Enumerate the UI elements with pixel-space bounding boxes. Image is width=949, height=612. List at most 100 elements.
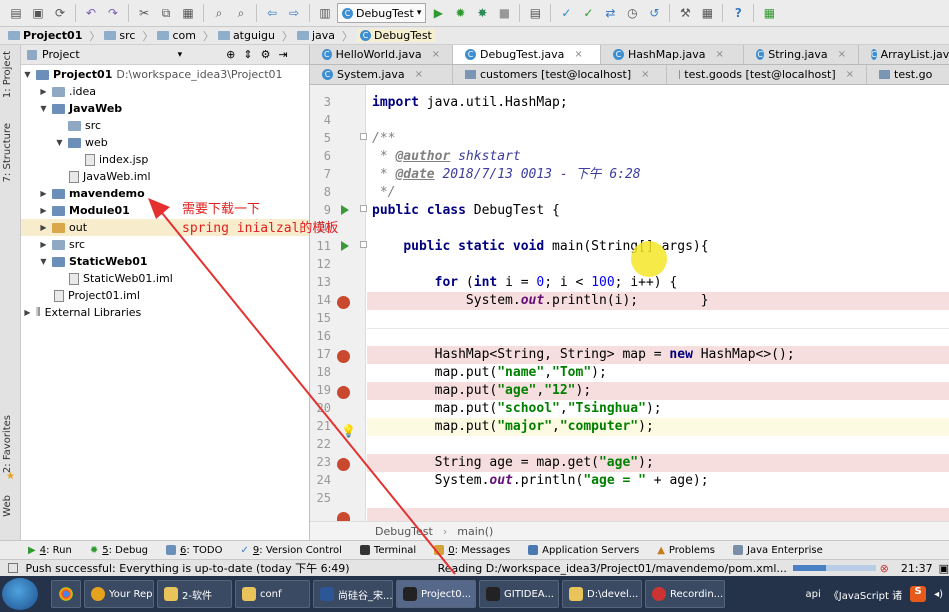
tree-item-src[interactable]: ▶ src [39, 236, 85, 253]
tray-item-javascript[interactable]: 《JavaScript 诸 [829, 587, 902, 602]
close-icon[interactable]: × [415, 69, 423, 80]
run-config-select[interactable]: C DebugTest ▾ [337, 3, 427, 23]
tool-run[interactable]: ▶ 4: Run [28, 545, 72, 556]
cut-icon[interactable]: ✂ [134, 3, 154, 23]
tree-item-javaweb-iml[interactable]: JavaWeb.iml [69, 168, 151, 185]
run-icon[interactable]: ▶ [428, 3, 448, 23]
fold-icon[interactable] [360, 205, 367, 212]
tab-test-go[interactable]: test.go [867, 65, 949, 84]
tab-favorites[interactable]: 2: Favorites [2, 415, 13, 473]
target-icon[interactable]: ⊕ [226, 48, 235, 61]
taskbar-item[interactable]: conf [235, 580, 310, 608]
open-icon[interactable]: ▤ [6, 3, 26, 23]
chevron-down-icon[interactable]: ▾ [178, 50, 183, 60]
vcs-revert-icon[interactable]: ↺ [644, 3, 664, 23]
forward-icon[interactable]: ⇨ [284, 3, 304, 23]
tab-system[interactable]: C System.java × [310, 65, 453, 84]
tree-item-module01[interactable]: ▶ Module01 [39, 202, 129, 219]
collapse-arrow-icon[interactable]: ▶ [39, 206, 48, 215]
back-icon[interactable]: ⇦ [262, 3, 282, 23]
tree-item-index-jsp[interactable]: index.jsp [85, 151, 148, 168]
breakpoint-icon[interactable] [337, 350, 350, 363]
structure-icon[interactable]: ▤ [525, 3, 545, 23]
vcs-commit-icon[interactable]: ✓ [578, 3, 598, 23]
tab-structure[interactable]: 7: Structure [2, 123, 13, 182]
sync-icon[interactable]: ⟳ [50, 3, 70, 23]
settings-icon[interactable]: ⚒ [675, 3, 695, 23]
code-area[interactable]: import java.util.HashMap; /** * @author … [367, 85, 949, 521]
tree-item-javaweb[interactable]: ▼ JavaWeb [39, 100, 122, 117]
tree-item-external-libraries[interactable]: ▶ ⫼ External Libraries [23, 304, 141, 321]
breakpoint-icon[interactable] [337, 512, 350, 521]
gear-icon[interactable]: ⚙ [261, 48, 271, 61]
tab-string[interactable]: C String.java × [744, 45, 859, 64]
project-structure-icon[interactable]: ▦ [697, 3, 717, 23]
tab-web[interactable]: Web [2, 495, 13, 517]
collapse-icon[interactable]: ⇕ [243, 48, 252, 61]
tree-item-javaweb-src[interactable]: src [68, 117, 101, 134]
chrome-icon[interactable] [51, 580, 81, 608]
tool-debug[interactable]: ✹ 5: Debug [90, 545, 148, 556]
debug-icon[interactable]: ✹ [450, 3, 470, 23]
taskbar-item[interactable]: Your Rep... [84, 580, 154, 608]
close-icon[interactable]: × [432, 49, 440, 60]
collapse-arrow-icon[interactable]: ▶ [39, 223, 48, 232]
fold-icon[interactable] [360, 241, 367, 248]
breadcrumb-src[interactable]: src 〉 [104, 28, 153, 44]
run-gutter-icon[interactable] [341, 205, 349, 215]
tree-item-web[interactable]: ▼ web [55, 134, 107, 151]
tab-helloworld[interactable]: C HelloWorld.java × [310, 45, 453, 64]
collapse-arrow-icon[interactable]: ▶ [39, 240, 48, 249]
taskbar-item[interactable]: GITIDEA... [479, 580, 559, 608]
vcs-update-icon[interactable]: ✓ [556, 3, 576, 23]
tab-arraylist[interactable]: C ArrayList.java [859, 45, 949, 64]
taskbar-item[interactable]: 2-软件 [157, 580, 232, 608]
lock-icon[interactable]: ▣ [939, 562, 949, 575]
tool-application-servers[interactable]: Application Servers [528, 545, 639, 556]
tab-test-goods[interactable]: test.goods [test@localhost] × [667, 65, 867, 84]
breadcrumb-project[interactable]: Project01 〉 [8, 28, 100, 44]
plugin-icon[interactable]: ▦ [759, 3, 779, 23]
breadcrumb-method[interactable]: main() [457, 525, 493, 538]
hide-icon[interactable]: ⇥ [278, 48, 287, 61]
tree-item-mavendemo[interactable]: ▶ mavendemo [39, 185, 144, 202]
tree-item-staticweb01[interactable]: ▼ StaticWeb01 [39, 253, 147, 270]
tool-java-enterprise[interactable]: Java Enterprise [733, 545, 823, 556]
breakpoint-icon[interactable] [337, 458, 350, 471]
collapse-arrow-icon[interactable]: ▶ [39, 189, 48, 198]
lightbulb-icon[interactable]: 💡 [341, 424, 356, 438]
tool-messages[interactable]: 0: Messages [434, 545, 510, 556]
tool-terminal[interactable]: Terminal [359, 545, 416, 556]
help-icon[interactable]: ? [728, 3, 748, 23]
paste-icon[interactable]: ▦ [178, 3, 198, 23]
copy-icon[interactable]: ⧉ [156, 3, 176, 23]
breakpoint-icon[interactable] [337, 386, 350, 399]
collapse-arrow-icon[interactable]: ▶ [23, 308, 32, 317]
tab-customers[interactable]: customers [test@localhost] × [453, 65, 667, 84]
breadcrumb-class[interactable]: DebugTest [375, 525, 433, 538]
expand-arrow-icon[interactable]: ▼ [23, 70, 32, 79]
editor-gutter[interactable]: 3 4 5 6 7 8 9 10 11 12 13 14 15 16 17 18… [310, 85, 367, 521]
replace-icon[interactable]: ⌕ [231, 3, 251, 23]
stop-icon[interactable]: ■ [494, 3, 514, 23]
tree-item-project01[interactable]: ▼ Project01 D:\workspace_idea3\Project01 [23, 66, 282, 83]
close-icon[interactable]: × [715, 49, 723, 60]
tool-version-control[interactable]: ✓ 9: Version Control [241, 545, 342, 556]
fold-icon[interactable] [360, 133, 367, 140]
panel-toggle-icon[interactable] [8, 563, 18, 573]
tree-item-staticweb01-iml[interactable]: StaticWeb01.iml [69, 270, 173, 287]
expand-arrow-icon[interactable]: ▼ [39, 257, 48, 266]
tab-hashmap[interactable]: C HashMap.java × [601, 45, 744, 64]
close-icon[interactable]: × [574, 49, 582, 60]
undo-icon[interactable]: ↶ [81, 3, 101, 23]
cancel-icon[interactable]: ⊗ [880, 562, 889, 575]
breadcrumb-com[interactable]: com 〉 [157, 28, 214, 44]
tool-problems[interactable]: ▲ Problems [657, 545, 715, 556]
tab-project[interactable]: 1: Project [2, 51, 13, 98]
coverage-icon[interactable]: ✸ [472, 3, 492, 23]
run-gutter-icon[interactable] [341, 241, 349, 251]
taskbar-item[interactable]: Recordin... [645, 580, 725, 608]
start-button[interactable] [2, 578, 38, 610]
volume-icon[interactable]: ◂) [934, 589, 943, 600]
breakpoint-icon[interactable] [337, 296, 350, 309]
